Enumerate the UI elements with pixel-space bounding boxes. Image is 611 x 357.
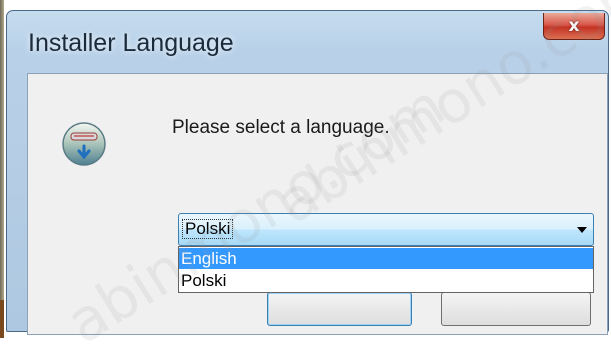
- language-select[interactable]: Polski: [178, 213, 594, 246]
- background-window-edge: [0, 0, 4, 338]
- installer-language-dialog: Installer Language x Please select a lan…: [6, 10, 609, 335]
- cancel-button[interactable]: [441, 292, 591, 326]
- ok-button[interactable]: [267, 292, 412, 326]
- window-title: Installer Language: [28, 29, 234, 57]
- dropdown-arrow-icon[interactable]: [577, 227, 587, 233]
- close-icon: x: [568, 16, 580, 36]
- dialog-body: Please select a language. Polski English…: [27, 73, 608, 335]
- option-polski[interactable]: Polski: [179, 270, 593, 291]
- option-english[interactable]: English: [179, 248, 593, 269]
- prompt-text: Please select a language.: [172, 117, 390, 138]
- close-button[interactable]: x: [543, 13, 605, 40]
- language-dropdown-list: English Polski: [178, 246, 594, 293]
- language-select-value: Polski: [181, 219, 234, 239]
- installer-icon: [62, 122, 106, 166]
